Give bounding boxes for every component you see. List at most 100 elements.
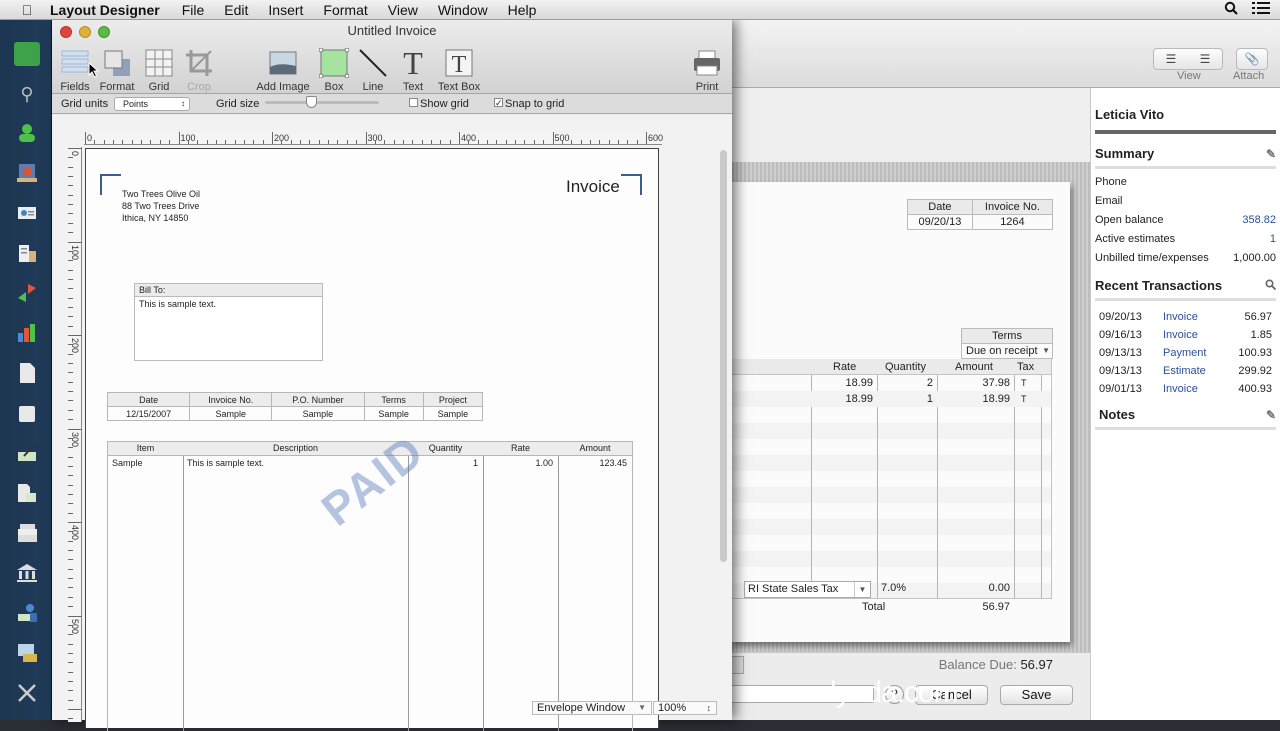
info-header: P.O. Number — [271, 392, 365, 407]
users-icon[interactable] — [14, 602, 40, 626]
invoice-no-field[interactable]: 1264 — [971, 214, 1054, 230]
active-estimates-link[interactable]: 1 — [1270, 233, 1276, 245]
line-rate[interactable]: 18.99 — [845, 375, 873, 391]
line-item-row[interactable]: 18.99 1 18.99 T — [730, 391, 1051, 407]
documents-icon[interactable] — [14, 482, 40, 506]
menu-file[interactable]: File — [182, 2, 205, 18]
menu-window[interactable]: Window — [438, 2, 488, 18]
view-list-right-icon[interactable]: ☰ — [1188, 49, 1222, 69]
menu-edit[interactable]: Edit — [224, 2, 248, 18]
attach-button[interactable]: 📎 — [1236, 48, 1268, 70]
terms-dropdown[interactable]: Due on receipt ▼ — [961, 343, 1053, 359]
search-icon[interactable]: ⚲ — [14, 82, 40, 106]
empty-line-row[interactable] — [730, 487, 1051, 503]
apple-menu-icon[interactable]:  — [18, 2, 36, 18]
invoice-doc-icon[interactable] — [14, 362, 40, 386]
ruler-tick — [68, 484, 73, 486]
empty-line-row[interactable] — [730, 407, 1051, 423]
write-check-icon[interactable] — [14, 442, 40, 466]
company-icon[interactable] — [14, 242, 40, 266]
empty-line-row[interactable] — [730, 503, 1051, 519]
vendors-icon[interactable] — [14, 162, 40, 186]
line-item-row[interactable]: 18.99 2 37.98 T — [730, 375, 1051, 391]
sales-tax-dropdown[interactable]: RI State Sales Tax ▼ — [744, 581, 871, 598]
home-icon[interactable] — [14, 42, 40, 66]
vertical-scrollbar[interactable] — [720, 150, 727, 562]
menu-app-name[interactable]: Layout Designer — [50, 2, 160, 18]
empty-line-row[interactable] — [730, 551, 1051, 567]
menu-format[interactable]: Format — [323, 2, 367, 18]
snap-to-grid-checkbox[interactable]: ✓ — [494, 98, 503, 108]
empty-line-row[interactable] — [730, 519, 1051, 535]
zoom-level-select[interactable]: 100% ↕ — [653, 701, 717, 715]
menu-bar:  Layout Designer File Edit Insert Forma… — [0, 0, 1280, 20]
edit-notes-pencil-icon[interactable]: ✎ — [1266, 408, 1276, 422]
invoice-page[interactable]: Two Trees Olive Oil 88 Two Trees Drive I… — [85, 148, 659, 731]
bill-to-label: Bill To: — [135, 284, 322, 297]
transaction-row[interactable]: 09/01/13 Invoice 400.93 — [1095, 383, 1276, 395]
empty-line-row[interactable] — [730, 423, 1051, 439]
empty-line-row[interactable] — [730, 455, 1051, 471]
invoice-title[interactable]: Invoice — [566, 177, 620, 197]
empty-line-row[interactable] — [730, 439, 1051, 455]
invoice-info-table[interactable]: Date Invoice No. P.O. Number Terms Project 1… — [106, 392, 484, 421]
transaction-row[interactable]: 09/13/13 Payment 100.93 — [1095, 347, 1276, 359]
design-canvas[interactable]: 0 100 200 300 400 500 600 0 100 200 300 400 500 Two… — [52, 115, 732, 731]
line-rate[interactable]: 18.99 — [845, 391, 873, 407]
ruler-tick — [627, 140, 629, 144]
date-field[interactable]: 09/20/13 — [907, 214, 973, 230]
open-balance-link[interactable]: 358.82 — [1242, 214, 1276, 226]
bank-icon[interactable] — [14, 562, 40, 586]
view-segmented-control[interactable]: ☰ ☰ — [1153, 48, 1223, 70]
reports-icon[interactable] — [14, 322, 40, 346]
estimate-doc-icon[interactable] — [14, 402, 40, 426]
menu-view[interactable]: View — [388, 2, 418, 18]
text-box-button[interactable]: T Text Box — [432, 46, 486, 93]
line-tax[interactable]: T — [1021, 391, 1027, 407]
spotlight-search-icon[interactable] — [1224, 1, 1238, 18]
line-quantity[interactable]: 2 — [927, 375, 933, 391]
vertical-ruler: 0 100 200 300 400 500 — [68, 147, 82, 722]
transaction-row[interactable]: 09/20/13 Invoice 56.97 — [1095, 311, 1276, 323]
grid-units-select[interactable]: Points ↕ — [114, 97, 190, 111]
transaction-row[interactable]: 09/16/13 Invoice 1.85 — [1095, 329, 1276, 341]
transaction-row[interactable]: 09/13/13 Estimate 299.92 — [1095, 365, 1276, 377]
ruler-tick — [68, 512, 73, 514]
view-list-left-icon[interactable]: ☰ — [1154, 49, 1188, 69]
ruler-tick — [68, 587, 73, 589]
transfer-icon[interactable] — [14, 282, 40, 306]
company-address[interactable]: Two Trees Olive Oil 88 Two Trees Drive I… — [122, 188, 200, 224]
menu-help[interactable]: Help — [508, 2, 537, 18]
grid-size-slider[interactable] — [265, 96, 379, 108]
empty-line-row[interactable] — [730, 471, 1051, 487]
ruler-tick — [169, 140, 171, 144]
customers-icon[interactable] — [14, 122, 40, 146]
crop-button[interactable]: Crop — [172, 46, 226, 93]
tools-icon[interactable] — [14, 682, 40, 706]
ruler-tick — [68, 176, 73, 178]
save-button[interactable]: Save — [1000, 685, 1073, 705]
line-quantity[interactable]: 1 — [927, 391, 933, 407]
envelope-window-select[interactable]: Envelope Window ▼ — [532, 701, 652, 715]
notes-label: Notes — [1099, 407, 1136, 422]
grid-size-slider-thumb[interactable] — [305, 96, 317, 108]
edit-summary-pencil-icon[interactable]: ✎ — [1266, 147, 1276, 161]
print-button[interactable]: Print — [680, 46, 734, 93]
line-tax[interactable]: T — [1021, 375, 1027, 391]
empty-line-row[interactable] — [730, 535, 1051, 551]
employees-icon[interactable] — [14, 202, 40, 226]
show-grid-checkbox[interactable] — [409, 98, 418, 107]
menu-insert[interactable]: Insert — [268, 2, 303, 18]
notification-list-icon[interactable] — [1252, 1, 1270, 18]
ruler-tick — [281, 140, 283, 144]
search-transactions-icon[interactable] — [1265, 278, 1277, 293]
payroll-icon[interactable] — [14, 642, 40, 666]
bill-to-box[interactable]: Bill To: This is sample text. — [134, 283, 323, 361]
ruler-tick — [449, 140, 451, 144]
register-icon[interactable] — [14, 522, 40, 546]
line-amount[interactable]: 37.98 — [982, 375, 1010, 391]
add-image-button[interactable]: Add Image — [255, 46, 311, 93]
line-amount[interactable]: 18.99 — [982, 391, 1010, 407]
mouse-cursor-icon — [88, 62, 100, 78]
attachment-icon[interactable] — [730, 656, 744, 674]
